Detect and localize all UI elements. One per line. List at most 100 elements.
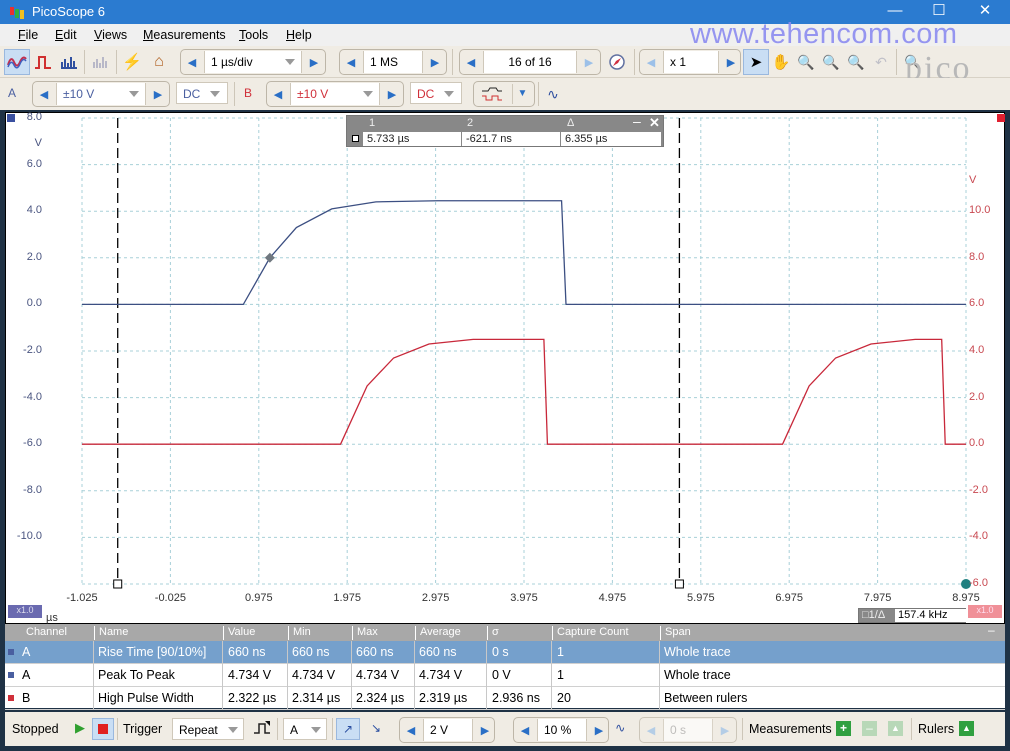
spectrum-mode-button[interactable] <box>56 49 82 75</box>
cell-avg: 660 ns <box>419 645 457 659</box>
col-value[interactable]: Value <box>223 626 255 640</box>
math-channels-button[interactable]: ∿ <box>540 81 566 107</box>
threshold-decrease-button[interactable]: ◀ <box>400 718 422 742</box>
advanced-trigger-button[interactable] <box>253 720 271 739</box>
channel-a-coupling[interactable]: DC <box>176 82 228 104</box>
cell-avg: 2.319 µs <box>419 691 468 705</box>
column-divider <box>551 641 552 664</box>
zoom-decrease-button[interactable]: ◀ <box>640 50 662 74</box>
menu-edit[interactable]: Edit <box>55 28 77 42</box>
measurements-table: Channel Name Value Min Max Average σ Cap… <box>5 623 1005 710</box>
channel-a-label[interactable]: A <box>8 86 16 100</box>
channel-a-range-increase[interactable]: ▶ <box>147 82 169 106</box>
undo-zoom-button[interactable]: ↶ <box>868 49 894 75</box>
timebase-decrease-button[interactable]: ◀ <box>181 50 203 74</box>
menu-tools[interactable]: Tools <box>239 28 268 42</box>
column-divider <box>93 641 94 664</box>
hand-tool-button[interactable]: ✋ <box>768 49 794 75</box>
edit-measurement-button[interactable]: ▲ <box>888 721 903 736</box>
timebase-increase-button[interactable]: ▶ <box>303 50 325 74</box>
col-channel[interactable]: Channel <box>22 626 67 640</box>
delay-wave-icon: ∿ <box>615 721 626 735</box>
persistence-mode-button[interactable] <box>30 49 56 75</box>
minimize-panel-button[interactable]: – <box>633 113 641 129</box>
advanced-trigger-icon <box>254 721 270 734</box>
spectrum-disabled-button[interactable] <box>88 49 114 75</box>
channel-a-range-decrease[interactable]: ◀ <box>33 82 55 106</box>
col-sigma[interactable]: σ <box>487 626 499 640</box>
col-min[interactable]: Min <box>288 626 311 640</box>
serial-decode-dropdown[interactable]: ▼ <box>512 84 532 104</box>
cell-min: 660 ns <box>292 645 330 659</box>
samples-increase-button[interactable]: ▶ <box>424 50 446 74</box>
serial-decode-icon[interactable] <box>480 86 504 105</box>
menu-views[interactable]: Views <box>94 28 127 42</box>
add-measurement-button[interactable]: + <box>836 721 851 736</box>
stop-icon <box>98 724 108 734</box>
column-divider <box>351 664 352 687</box>
menu-help[interactable]: Help <box>286 28 312 42</box>
samples-decrease-button[interactable]: ◀ <box>340 50 362 74</box>
scope-wave-icon <box>7 56 27 69</box>
pretrigger-input[interactable]: 10 % <box>537 719 587 741</box>
threshold-input[interactable]: 2 V <box>423 719 473 741</box>
rising-edge-icon: ↗ <box>342 722 354 736</box>
cell-sigma: 0 V <box>492 668 511 682</box>
table-row[interactable]: A Rise Time [90/10%] 660 ns 660 ns 660 ns 660… <box>5 641 1005 664</box>
zoom-out-button[interactable]: 🔍 <box>843 49 869 75</box>
left-axis-tick: -2.0 <box>23 344 42 356</box>
table-row[interactable]: B High Pulse Width 2.322 µs 2.314 µs 2.324 µ… <box>5 687 1005 710</box>
delay-increase-button[interactable]: ▶ <box>714 718 736 742</box>
close-panel-button[interactable]: ✕ <box>649 115 660 131</box>
samples-input[interactable]: 1 MS <box>363 51 423 73</box>
falling-edge-button[interactable]: ↘ <box>364 718 388 740</box>
default-setup-button[interactable]: ⌂ <box>146 49 172 75</box>
table-row[interactable]: A Peak To Peak 4.734 V 4.734 V 4.734 V 4.734 … <box>5 664 1005 687</box>
minimize-table-button[interactable]: – <box>988 623 995 637</box>
pretrigger-decrease-button[interactable]: ◀ <box>514 718 536 742</box>
col-max[interactable]: Max <box>352 626 378 640</box>
column-divider <box>351 641 352 664</box>
channel-b-zoom-badge[interactable]: x1.0 <box>968 605 1002 618</box>
zoom-increase-button[interactable]: ▶ <box>720 50 742 74</box>
delay-decrease-button[interactable]: ◀ <box>640 718 662 742</box>
left-axis-tick: -4.0 <box>23 390 42 403</box>
close-button[interactable]: ✕ <box>962 0 1008 24</box>
buffer-overview-button[interactable] <box>604 49 630 75</box>
app-icon <box>10 7 24 19</box>
threshold-increase-button[interactable]: ▶ <box>474 718 496 742</box>
zoom-in-button[interactable]: 🔍 <box>818 49 844 75</box>
rising-edge-button[interactable]: ↗ <box>336 718 360 740</box>
delay-input[interactable]: 0 s <box>663 719 713 741</box>
right-axis-tick: 6.0 <box>969 297 985 310</box>
auto-setup-button[interactable]: ⚡ <box>119 49 145 75</box>
buffer-prev-button[interactable]: ◀ <box>460 50 482 74</box>
cell-name: Rise Time [90/10%] <box>98 645 207 659</box>
buffer-next-button[interactable]: ▶ <box>578 50 600 74</box>
channel-b-label[interactable]: B <box>244 86 252 100</box>
stop-button[interactable] <box>92 718 114 740</box>
col-capture-count[interactable]: Capture Count <box>552 626 629 640</box>
col-name[interactable]: Name <box>94 626 128 640</box>
freq-value: 157.4 kHz <box>895 609 966 622</box>
zoom-area-button[interactable]: 🔍 <box>793 49 819 75</box>
menu-file[interactable]: File <box>18 28 38 42</box>
col-span[interactable]: Span <box>660 626 691 640</box>
rulers-settings-button[interactable]: ▲ <box>959 721 974 736</box>
channel-b-range-decrease[interactable]: ◀ <box>267 82 289 106</box>
menu-measurements[interactable]: Measurements <box>143 28 226 42</box>
start-button[interactable]: ▶ <box>75 720 85 736</box>
scope-mode-button[interactable] <box>4 49 30 75</box>
scope-view[interactable]: 8.0 6.0 4.0 2.0 0.0 -2.0 -4.0 -6.0 -8.0 -10.0 V 10.… <box>5 111 1005 729</box>
channel-a-zoom-badge[interactable]: x1.0 <box>8 605 42 618</box>
window-title: PicoScope 6 <box>32 4 105 19</box>
channel-b-range-increase[interactable]: ▶ <box>381 82 403 106</box>
col-average[interactable]: Average <box>415 626 461 640</box>
ruler-square-icon <box>352 135 359 142</box>
ruler-2-value: -621.7 ns <box>462 132 560 146</box>
remove-measurement-button[interactable]: – <box>862 721 877 736</box>
select-tool-button[interactable]: ➤ <box>743 49 769 75</box>
post-trigger-delay-button[interactable]: ∿ <box>615 720 625 735</box>
channel-b-coupling[interactable]: DC <box>410 82 462 104</box>
pretrigger-increase-button[interactable]: ▶ <box>588 718 610 742</box>
